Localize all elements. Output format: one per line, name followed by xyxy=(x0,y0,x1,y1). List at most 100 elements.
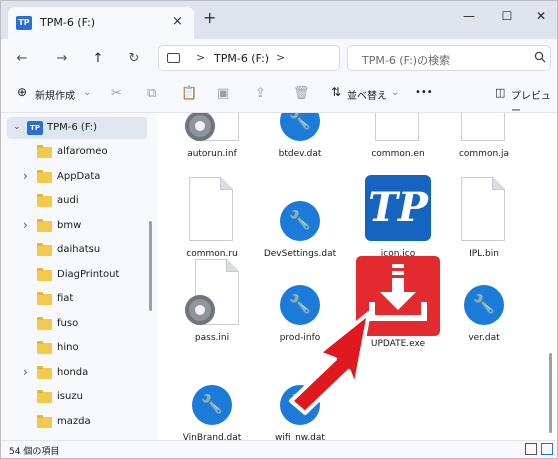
sidebar-item-appdata[interactable]: › AppData xyxy=(1,166,149,188)
sidebar-item-label: fuso xyxy=(57,317,79,329)
folder-icon xyxy=(37,414,52,428)
file-name: common.ru xyxy=(186,249,238,259)
sort-button[interactable]: 並べ替え xyxy=(347,87,387,102)
details-view-icon[interactable] xyxy=(525,443,537,455)
content-scrollbar[interactable] xyxy=(549,353,552,433)
tab-close-icon[interactable]: × xyxy=(172,14,183,29)
rename-icon[interactable]: ▣ xyxy=(217,86,229,101)
file-name: DevSettings.dat xyxy=(263,249,337,259)
folder-icon xyxy=(37,194,52,207)
chevron-right-icon[interactable]: › xyxy=(23,218,28,232)
sidebar-item-fiat[interactable]: fiat xyxy=(1,288,149,310)
gear-icon xyxy=(185,113,241,145)
sidebar-scrollbar[interactable] xyxy=(149,221,152,311)
navigation-pane: ⌄ TP TPM-6 (F:) alfaromeo › AppData audi › bm… xyxy=(1,113,157,440)
sidebar-item-diagprintout[interactable]: DiagPrintout xyxy=(1,264,149,286)
file-explorer-window: TP TPM-6 (F:) × + — ☐ ✕ ← → ↑ ↻ > TPM-6 … xyxy=(0,0,558,459)
file-item[interactable]: autorun.inf xyxy=(167,113,257,175)
new-button[interactable]: 新規作成 xyxy=(35,87,75,102)
preview-pane-icon: ◫ xyxy=(495,86,506,99)
document-icon xyxy=(461,113,505,141)
file-item[interactable]: 🔧 btdev.dat xyxy=(255,113,345,175)
sidebar-item-label: hino xyxy=(57,342,79,353)
sidebar-item-label: DiagPrintout xyxy=(57,268,120,280)
back-button[interactable]: ← xyxy=(11,49,33,69)
this-pc-icon xyxy=(167,53,180,63)
file-name: common.ja xyxy=(458,149,510,159)
file-name: IPL.bin xyxy=(469,249,499,259)
forward-button[interactable]: → xyxy=(51,49,73,69)
gear-overlay-icon xyxy=(185,295,215,325)
drive-icon: TP xyxy=(27,121,43,135)
address-row: ← → ↑ ↻ > TPM-6 (F:) > TPM-6 (F:)の検索 xyxy=(1,39,557,77)
sidebar-item-label: AppData xyxy=(57,170,101,182)
file-item[interactable]: 🔧 ver.dat xyxy=(439,259,529,359)
sidebar-item-audi[interactable]: audi xyxy=(1,190,149,212)
document-icon xyxy=(461,177,505,241)
breadcrumb-drive[interactable]: TPM-6 (F:) xyxy=(214,52,269,65)
new-item-icon: ⊕ xyxy=(17,85,28,99)
file-item[interactable]: common.en xyxy=(353,113,443,175)
file-item[interactable]: 🔧 VinBrand.dat xyxy=(167,359,257,440)
sidebar-item-label: bmw xyxy=(57,219,82,231)
sort-dropdown-chevron-icon[interactable]: ⌄ xyxy=(391,87,399,98)
sidebar-item-daihatsu[interactable]: daihatsu xyxy=(1,239,149,261)
maximize-button[interactable]: ☐ xyxy=(489,5,525,27)
wrench-icon: 🔧 xyxy=(192,385,232,425)
file-name: common.en xyxy=(371,149,425,159)
folder-icon xyxy=(37,341,52,354)
sidebar-item-bmw[interactable]: › bmw xyxy=(1,215,149,237)
drive-icon: TP xyxy=(16,16,32,30)
file-name: pass.ini xyxy=(194,333,230,343)
gear-icon xyxy=(185,259,241,329)
folder-icon xyxy=(37,145,52,158)
sidebar-item-label: mazda xyxy=(57,415,91,427)
share-icon[interactable]: ⇪ xyxy=(255,86,266,101)
sidebar-item-label: honda xyxy=(57,366,89,378)
up-button[interactable]: ↑ xyxy=(87,49,109,69)
chevron-right-icon[interactable]: › xyxy=(23,169,28,183)
file-item[interactable]: pass.ini xyxy=(167,259,257,359)
sidebar-item-honda[interactable]: › honda xyxy=(1,362,149,384)
sidebar-item-mazda[interactable]: mazda xyxy=(1,411,149,433)
sidebar-item-hino[interactable]: hino xyxy=(1,337,149,359)
more-options-button[interactable]: ••• xyxy=(415,87,433,98)
folder-icon xyxy=(37,267,52,281)
file-item[interactable]: common.ja xyxy=(439,113,529,175)
sort-icon: ⇅ xyxy=(331,85,342,99)
minimize-button[interactable]: — xyxy=(451,5,487,27)
sidebar-item-label: TPM-6 (F:) xyxy=(47,122,98,133)
folder-icon xyxy=(37,292,52,305)
new-dropdown-chevron-icon[interactable]: ⌄ xyxy=(83,87,91,98)
sidebar-item-fuso[interactable]: fuso xyxy=(1,313,149,335)
file-name: autorun.inf xyxy=(187,149,237,159)
status-bar: 54 個の項目 xyxy=(1,440,557,458)
item-count: 54 個の項目 xyxy=(9,447,60,457)
sidebar-item-label: fiat xyxy=(57,293,74,304)
refresh-button[interactable]: ↻ xyxy=(123,49,145,69)
search-box[interactable]: TPM-6 (F:)の検索 xyxy=(347,45,551,71)
new-tab-button[interactable]: + xyxy=(203,10,216,26)
sidebar-item-isuzu[interactable]: isuzu xyxy=(1,386,149,408)
tp-logo-icon: TP xyxy=(365,175,431,241)
chevron-down-icon[interactable]: ⌄ xyxy=(13,122,21,132)
paste-icon[interactable]: 📋 xyxy=(181,86,197,101)
breadcrumb-separator-end[interactable]: > xyxy=(276,51,285,64)
cut-icon[interactable]: ✂ xyxy=(111,86,122,101)
close-button[interactable]: ✕ xyxy=(523,5,558,27)
large-icons-view-icon[interactable] xyxy=(541,443,553,455)
address-bar[interactable]: > TPM-6 (F:) > xyxy=(158,45,340,71)
sidebar-item-label: daihatsu xyxy=(57,244,101,255)
search-icon xyxy=(534,51,546,63)
document-icon xyxy=(375,113,419,141)
tab-tpm6[interactable]: TP TPM-6 (F:) × xyxy=(8,7,194,39)
sidebar-item-alfaromeo[interactable]: alfaromeo xyxy=(1,141,149,163)
wrench-icon: 🔧 xyxy=(280,201,320,241)
chevron-right-icon[interactable]: › xyxy=(23,365,28,379)
search-input[interactable]: TPM-6 (F:)の検索 xyxy=(362,52,450,68)
pointer-arrow-icon xyxy=(289,311,371,415)
copy-icon[interactable]: ⧉ xyxy=(147,86,156,101)
sidebar-item-label: alfaromeo xyxy=(57,146,108,157)
sidebar-item-drive[interactable]: ⌄ TP TPM-6 (F:) xyxy=(7,117,147,139)
delete-icon[interactable]: 🗑 xyxy=(293,86,310,101)
